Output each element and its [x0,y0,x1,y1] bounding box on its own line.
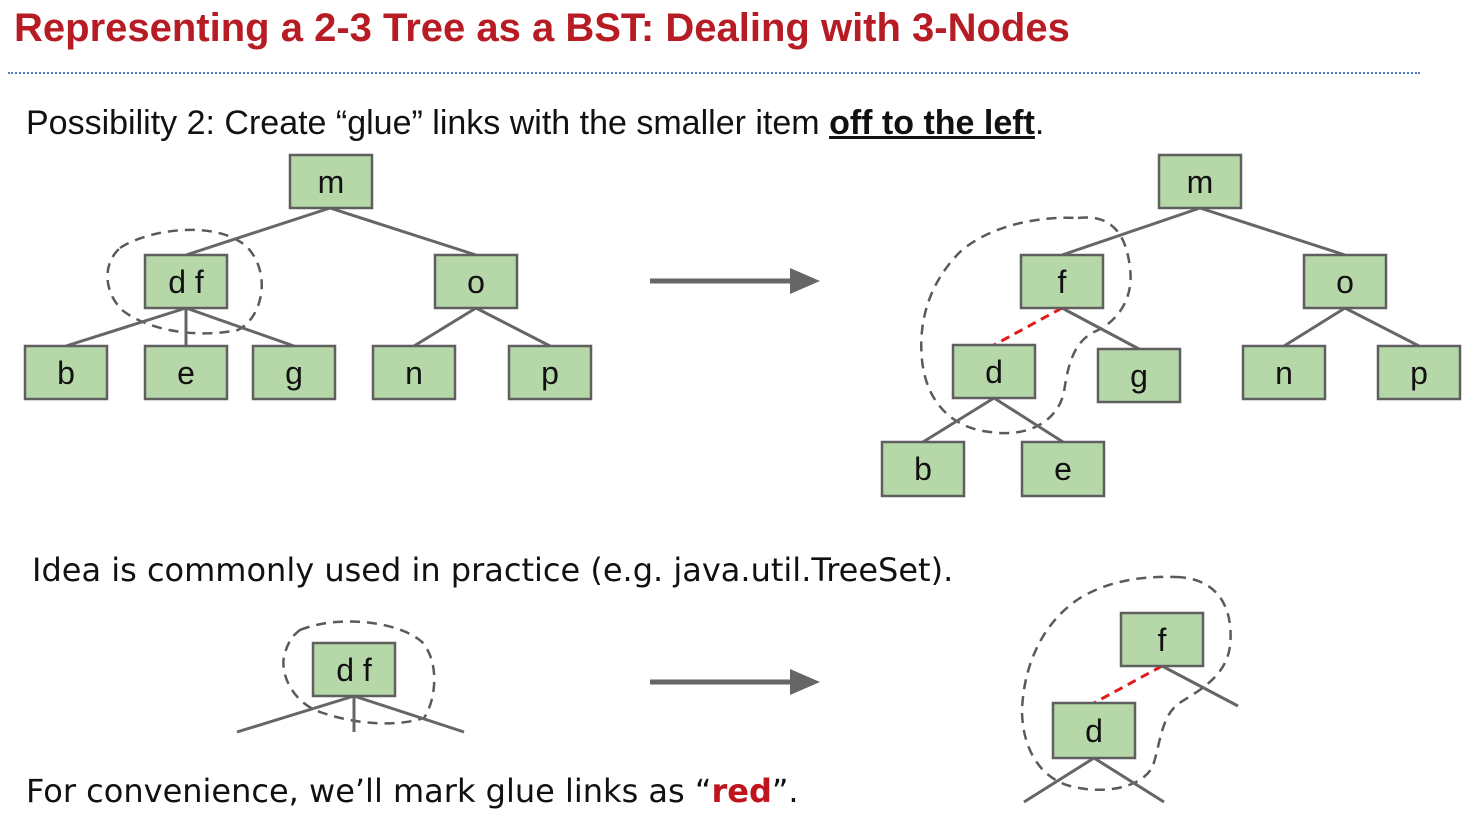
small-edge-d-left [1023,756,1095,804]
node-b-label: b [57,355,75,391]
node-g-bst-label: g [1130,358,1148,394]
small-node-df-label: d f [336,652,372,688]
small-node-df: d f [311,641,397,698]
small-edge-right [353,694,465,734]
node-b-bst: b [880,440,966,498]
node-n-bst: n [1241,344,1327,401]
node-p-bst: p [1376,344,1462,401]
tree-bst: m f o d g n p b e [880,153,1462,498]
node-m-label: m [318,164,345,200]
node-o-bst: o [1302,253,1388,310]
node-o: o [433,253,519,310]
transform-arrow-bottom [650,669,820,695]
small-glue-link [1093,664,1163,705]
small-bst: f d [1020,575,1239,804]
node-e-bst: e [1020,440,1106,498]
small-node-f: f [1119,611,1205,668]
node-b: b [23,344,109,401]
edge-o-p [475,306,551,348]
node-m-bst: m [1157,153,1243,210]
node-f: f [1019,253,1105,310]
small-edge-f-right [1161,664,1239,708]
node-b-bst-label: b [914,451,932,487]
edge-d-e [993,396,1064,444]
glue-link-f-d [993,306,1063,347]
node-p-bst-label: p [1410,355,1428,391]
small-node-d-label: d [1085,713,1103,749]
tree-23: m d f o b e g n p [23,153,593,401]
node-p: p [507,344,593,401]
node-m-bst-label: m [1187,164,1214,200]
node-p-label: p [541,355,559,391]
node-df: d f [143,253,229,310]
edge-m-o [329,206,477,257]
node-d: d [951,343,1037,400]
edge-o-n-bst [1283,306,1346,348]
small-edge-left [236,694,355,734]
node-e-bst-label: e [1054,451,1072,487]
small-23: d f [236,620,465,734]
edge-o-p-bst [1344,306,1420,348]
transform-arrow-top [650,268,820,294]
edge-f-g [1061,306,1140,351]
edge-m-o-bst [1199,206,1346,257]
node-n-bst-label: n [1275,355,1293,391]
node-f-label: f [1058,264,1067,300]
node-df-label: d f [168,264,204,300]
node-o-bst-label: o [1336,264,1354,300]
diagram-canvas: m d f o b e g n p m f o d g n p b e d f … [23,153,1462,804]
node-n: n [371,344,457,401]
node-n-label: n [405,355,423,391]
small-node-d: d [1051,701,1137,760]
node-e-label: e [177,355,195,391]
edge-d-b [922,396,995,444]
edge-o-n [413,306,477,348]
small-node-f-label: f [1158,622,1167,658]
node-g-label: g [285,355,303,391]
node-g: g [251,344,337,401]
edge-df-g [185,306,295,348]
edge-m-f [1061,206,1201,257]
small-edge-d-right [1093,756,1165,804]
node-d-label: d [985,354,1003,390]
node-o-label: o [467,264,485,300]
node-m: m [288,153,374,210]
node-e: e [143,344,229,401]
node-g-bst: g [1096,347,1182,404]
